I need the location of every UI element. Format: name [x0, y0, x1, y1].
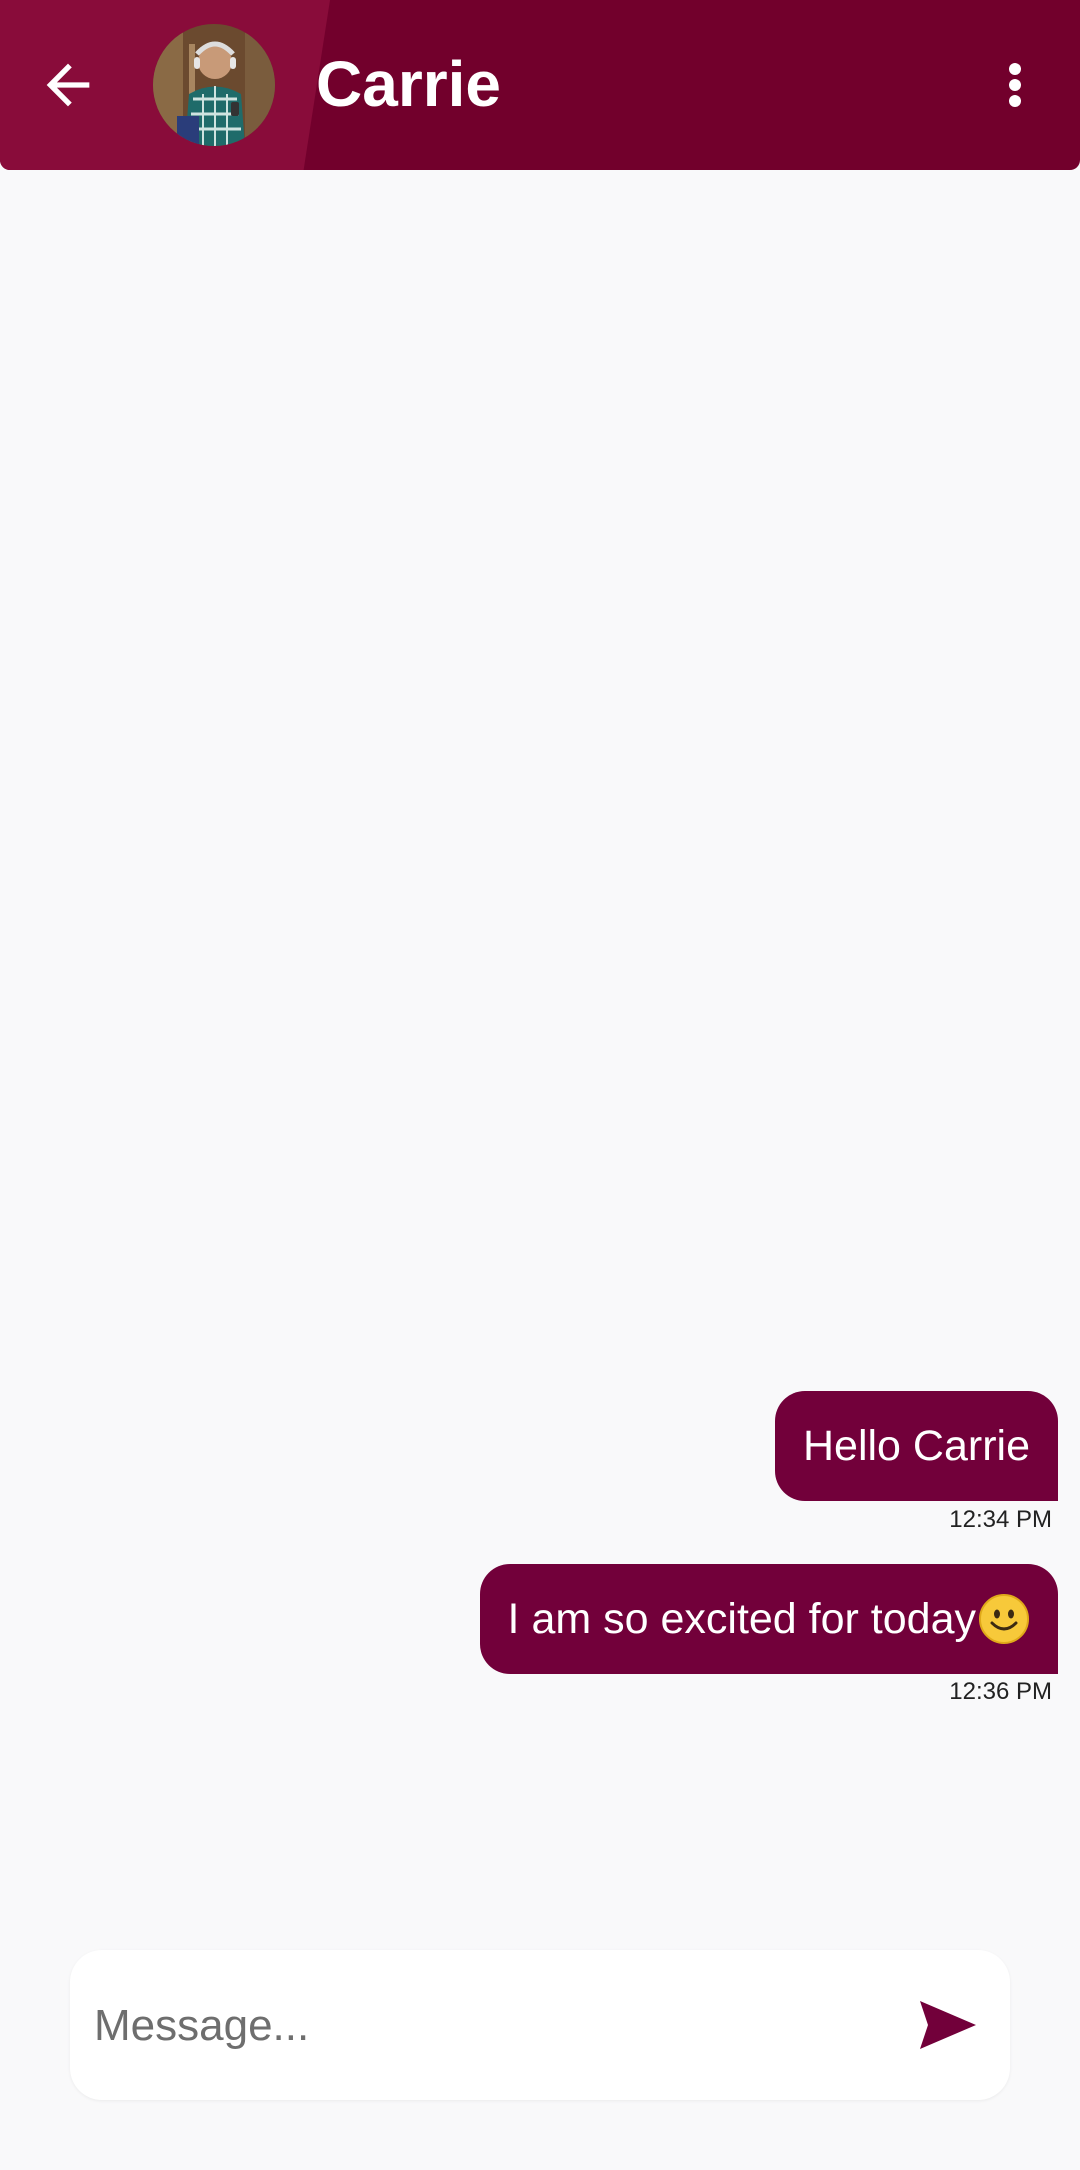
message-timestamp: 12:36 PM — [949, 1678, 1052, 1705]
more-options-button[interactable] — [990, 50, 1040, 120]
contact-avatar — [153, 24, 275, 146]
send-button[interactable] — [908, 1990, 988, 2060]
back-button[interactable] — [28, 45, 108, 125]
message-timestamp: 12:34 PM — [949, 1506, 1052, 1533]
message-text: Hello Carrie — [802, 1422, 1030, 1470]
avatar[interactable] — [153, 24, 275, 146]
message-composer — [70, 1950, 1010, 2100]
arrow-back-icon — [46, 63, 90, 107]
message-input[interactable] — [92, 1980, 876, 2072]
message-bubble[interactable]: Hello Carrie — [774, 1391, 1058, 1501]
app-header: Carrie — [0, 0, 1080, 170]
message-bubble[interactable]: I am so excited for today — [479, 1564, 1058, 1674]
send-icon — [920, 2001, 976, 2049]
contact-name[interactable]: Carrie — [316, 44, 501, 124]
more-vert-icon — [1009, 63, 1021, 107]
smiling-face-icon — [979, 1593, 1029, 1644]
message-text: I am so excited for today — [507, 1595, 976, 1643]
